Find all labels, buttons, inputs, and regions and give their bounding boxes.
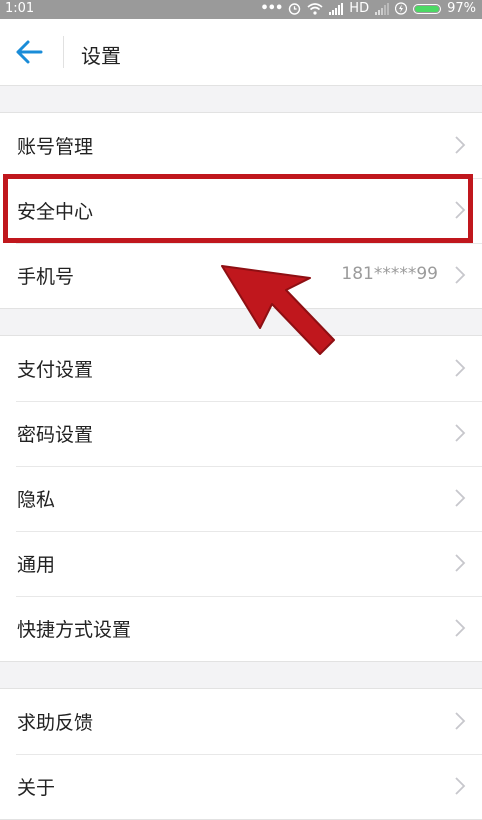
battery-level: 97%: [447, 1, 476, 16]
settings-item-general[interactable]: 通用: [0, 531, 482, 596]
settings-item-password[interactable]: 密码设置: [0, 401, 482, 466]
settings-item-account-management[interactable]: 账号管理: [0, 113, 482, 178]
settings-item-label: 关于: [17, 777, 56, 799]
app-header: 设置: [0, 19, 482, 86]
chevron-right-icon: [455, 554, 466, 572]
chevron-right-icon: [455, 489, 466, 507]
highlight-box: [3, 174, 473, 243]
chevron-right-icon: [455, 136, 466, 154]
signal-icon: [329, 2, 344, 15]
settings-section-general: 支付设置 密码设置 隐私 通用 快捷方式设置: [0, 335, 482, 662]
status-icons: ••• HD 97%: [260, 1, 476, 16]
charging-icon: [395, 2, 408, 15]
alarm-icon: [289, 3, 301, 15]
settings-item-about[interactable]: 关于: [0, 754, 482, 819]
chevron-right-icon: [455, 266, 466, 284]
settings-item-help-feedback[interactable]: 求助反馈: [0, 689, 482, 754]
chevron-right-icon: [455, 424, 466, 442]
network-label: HD: [349, 1, 370, 16]
battery-icon: [413, 3, 442, 14]
status-bar: 1:01 ••• HD 97%: [0, 0, 482, 19]
more-dots-icon: •••: [260, 1, 283, 16]
page-title: 设置: [81, 44, 121, 68]
settings-item-privacy[interactable]: 隐私: [0, 466, 482, 531]
chevron-right-icon: [455, 359, 466, 377]
settings-section-help: 求助反馈 关于: [0, 688, 482, 820]
settings-item-label: 账号管理: [17, 136, 94, 158]
settings-item-label: 快捷方式设置: [17, 619, 132, 641]
settings-item-shortcuts[interactable]: 快捷方式设置: [0, 596, 482, 661]
header-divider: [63, 36, 64, 68]
wifi-icon: [307, 2, 323, 15]
signal-icon: [375, 2, 390, 15]
settings-item-label: 通用: [17, 554, 56, 576]
chevron-right-icon: [455, 777, 466, 795]
pointer-arrow-icon: [221, 265, 335, 355]
chevron-right-icon: [455, 712, 466, 730]
back-arrow-icon[interactable]: [14, 39, 44, 65]
phone-number-value: 181*****99: [341, 264, 438, 284]
settings-item-label: 支付设置: [17, 359, 94, 381]
chevron-right-icon: [455, 619, 466, 637]
settings-item-label: 求助反馈: [17, 712, 94, 734]
status-time: 1:01: [5, 1, 35, 16]
settings-item-label: 密码设置: [17, 424, 94, 446]
settings-item-label: 隐私: [17, 489, 56, 511]
settings-item-label: 手机号: [17, 266, 75, 288]
